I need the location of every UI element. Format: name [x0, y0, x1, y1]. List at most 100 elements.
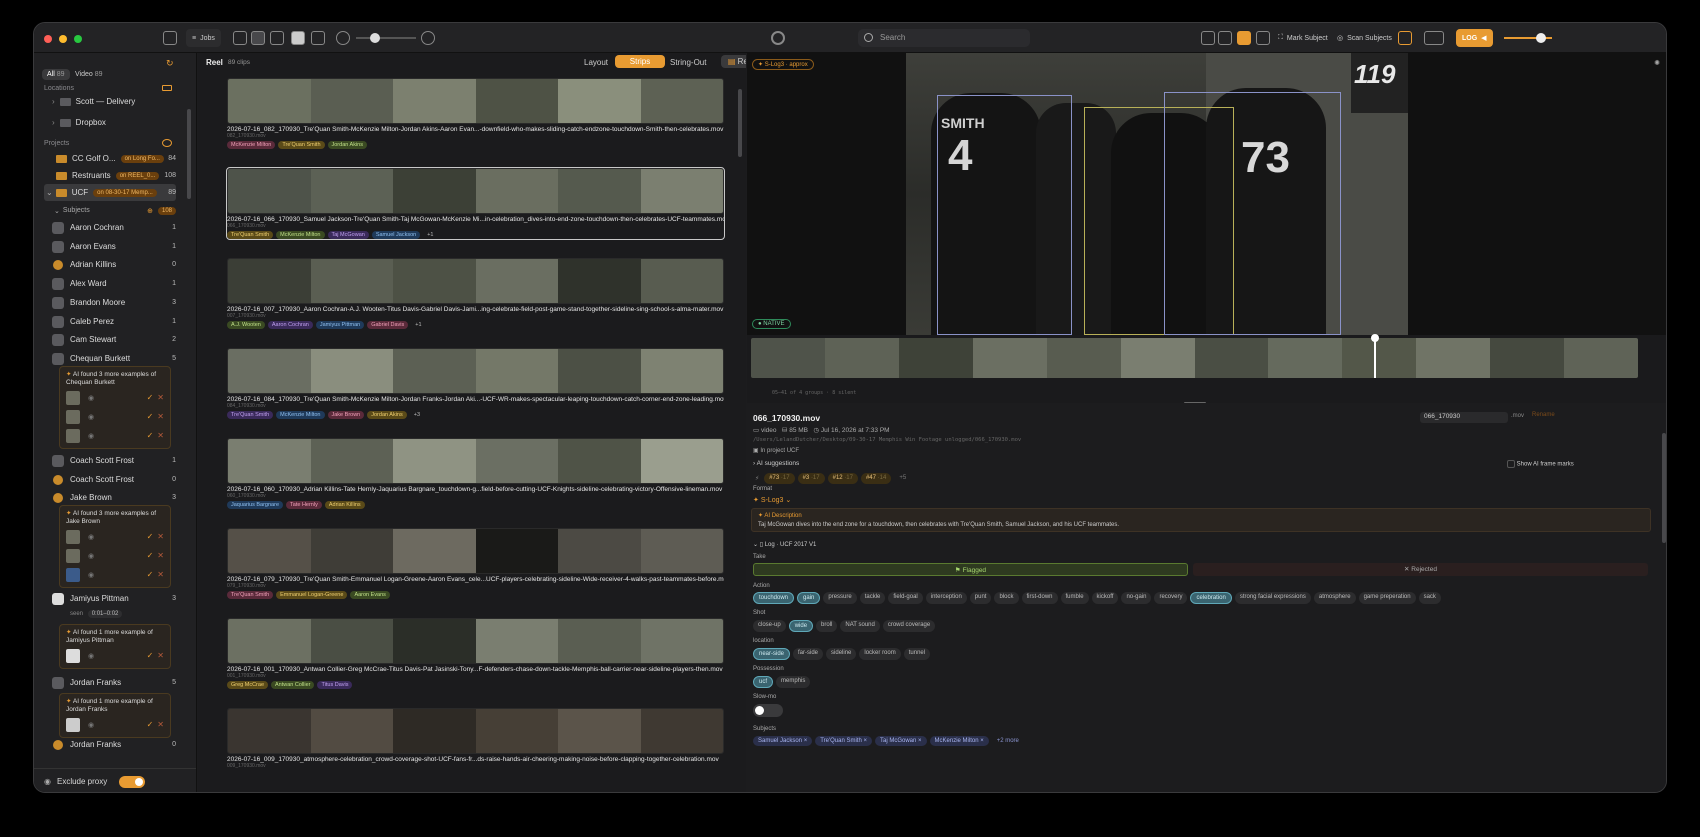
clip-item[interactable]: 2026-07-16_007_170930_Aaron Cochran-A.J.… [227, 258, 724, 329]
log-button[interactable]: LOG ◀ [1456, 29, 1493, 47]
subject-item[interactable]: Jordan Franks 5 [52, 674, 176, 691]
subject-chip[interactable]: Tre'Quan Smith [227, 411, 274, 419]
mode-reel-button[interactable]: ▤ Reel [721, 55, 746, 68]
tag-pill[interactable]: no-gain [1121, 592, 1152, 604]
tag-pill[interactable]: close-up [753, 620, 786, 632]
slowmo-toggle[interactable] [753, 704, 783, 717]
format-select[interactable]: ✦ S-Log3 ⌄ [753, 496, 791, 504]
tag-pill[interactable]: touchdown [753, 592, 795, 604]
reject-icon[interactable]: ✕ [157, 393, 164, 402]
volume-slider[interactable] [1504, 33, 1552, 43]
subject-chip[interactable]: Aaron Cochran [267, 321, 313, 329]
filter-all-tab[interactable]: All 89 [42, 69, 70, 80]
more-tags[interactable]: +1 [411, 321, 425, 329]
face-box[interactable] [937, 95, 1072, 335]
subjects-header[interactable]: ⌄ Subjects ⊕ 108 [54, 202, 176, 219]
rename-input[interactable]: 066_170930 [1420, 412, 1508, 423]
clip-filmstrip[interactable] [227, 258, 724, 304]
zoom-window-button[interactable] [74, 35, 82, 43]
eye-icon[interactable]: ◉ [88, 552, 94, 560]
rename-button[interactable]: Rename [1532, 412, 1555, 418]
clip-item[interactable]: 2026-07-16_001_170930_Antwan Collier-Gre… [227, 618, 724, 689]
project-item-restruants[interactable]: Restruants on REEL_0... 108 [56, 167, 176, 184]
tag-pill[interactable]: fumble [1060, 592, 1089, 604]
crosshair-icon[interactable] [771, 31, 785, 45]
more-tags[interactable]: +1 [423, 231, 437, 239]
subject-chip[interactable]: Gabriel Davis [367, 321, 409, 329]
subject-chip[interactable]: A.J. Wooten [227, 321, 265, 329]
subject-item[interactable]: Jamiyus Pittman 3 [52, 590, 176, 607]
eye-icon[interactable]: ◉ [88, 394, 94, 402]
tag-pill[interactable]: gain [797, 592, 821, 604]
subject-item[interactable]: Jordan Franks 0 [52, 736, 176, 753]
tag-pill[interactable]: punt [969, 592, 992, 604]
reject-icon[interactable]: ✕ [157, 570, 164, 579]
filter-icon[interactable] [336, 31, 350, 45]
subject-chip[interactable]: McKenzie Milton [276, 231, 325, 239]
jobs-button[interactable]: ≡ Jobs [186, 29, 221, 47]
example-thumbnail[interactable] [66, 390, 80, 405]
reject-icon[interactable]: ✕ [157, 412, 164, 421]
magic-icon[interactable] [1237, 31, 1251, 45]
zoom-slider-knob[interactable] [370, 33, 380, 43]
example-thumbnail[interactable] [66, 567, 80, 582]
subject-chip[interactable]: Aaron Evans [350, 591, 390, 599]
color-space-badge[interactable]: ✦ S-Log3 · approx [752, 59, 814, 70]
example-thumbnail[interactable] [66, 648, 80, 663]
clip-filmstrip[interactable] [227, 348, 724, 394]
subject-item[interactable]: Jake Brown 3 [52, 489, 176, 506]
subject-chip[interactable]: Jordan Akins [367, 411, 407, 419]
clip-filmstrip[interactable] [227, 528, 724, 574]
copy-icon[interactable] [291, 31, 305, 45]
video-preview[interactable]: ✦ S-Log3 · approx 119 SMITH 4 73 ✺ ● NAT… [747, 53, 1666, 335]
mark-subject-button[interactable]: ⛶ Mark Subject [1272, 29, 1334, 47]
example-thumbnail[interactable] [66, 409, 80, 424]
clip-item[interactable]: 2026-07-16_066_170930_Samuel Jackson-Tre… [226, 167, 725, 240]
tag-pill[interactable]: tunnel [903, 648, 931, 660]
reject-icon[interactable]: ✕ [157, 651, 164, 660]
accept-icon[interactable]: ✓ [147, 570, 154, 579]
project-item-ucf[interactable]: ⌄ UCF on 08-30-17 Memp... 89 [44, 184, 176, 201]
clip-filmstrip[interactable] [227, 618, 724, 664]
show-frame-marks-toggle[interactable]: Show AI frame marks [1507, 460, 1574, 468]
tag-pill[interactable]: block [994, 592, 1019, 604]
subject-chip[interactable]: Tre'Quan Smith [278, 141, 325, 149]
subject-pill[interactable]: McKenzie Milton × [929, 736, 989, 746]
subject-item[interactable]: Alex Ward 1 [52, 275, 176, 292]
subject-chip[interactable]: Taj McGowan [327, 231, 369, 239]
rejected-button[interactable]: ✕ Rejected [1193, 563, 1648, 576]
strip-view-icon[interactable] [251, 31, 265, 45]
timeline-scrubber[interactable]: 05–41 of 4 groups · 8 silent [747, 334, 1666, 404]
tag-pill[interactable]: celebration [1190, 592, 1232, 604]
eye-icon[interactable]: ◉ [88, 413, 94, 421]
accept-icon[interactable]: ✓ [147, 651, 154, 660]
reject-icon[interactable]: ✕ [157, 720, 164, 729]
subject-pill[interactable]: Samuel Jackson × [753, 736, 813, 746]
subject-chip[interactable]: McKenzie Milton [227, 141, 276, 149]
mode-strips-button[interactable]: Strips [615, 55, 665, 68]
grid-view-icon[interactable] [233, 31, 247, 45]
reject-icon[interactable]: ✕ [157, 431, 164, 440]
reject-icon[interactable]: ✕ [157, 551, 164, 560]
subject-pill[interactable]: Taj McGowan × [874, 736, 927, 746]
zoom-slider[interactable] [356, 33, 416, 43]
subject-item[interactable]: Coach Scott Frost 0 [52, 471, 176, 488]
tag-pill[interactable]: recovery [1154, 592, 1188, 604]
add-subject-icon[interactable]: ⊕ [147, 207, 153, 215]
example-thumbnail[interactable] [66, 529, 80, 544]
tag-pill[interactable]: first-down [1021, 592, 1058, 604]
subject-item[interactable]: Adrian Killins 0 [52, 256, 176, 273]
tag-pill[interactable]: field-goal [888, 592, 923, 604]
tag-pill[interactable]: locker room [859, 648, 901, 660]
jersey-chip[interactable]: #73 ·17 [764, 473, 795, 484]
refresh-icon[interactable]: ↻ [166, 58, 174, 69]
clip-item[interactable]: 2026-07-16_084_170930_Tre'Quan Smith-McK… [227, 348, 724, 419]
tag-pill[interactable]: sack [1418, 592, 1441, 604]
subject-chip[interactable]: Antwan Collier [271, 681, 315, 689]
location-item-scott[interactable]: › Scott — Delivery [52, 93, 196, 110]
checkbox[interactable] [1507, 460, 1515, 468]
subject-chip[interactable]: Tre'Quan Smith [227, 231, 274, 239]
accept-icon[interactable]: ✓ [147, 431, 154, 440]
search-input[interactable]: Search [858, 29, 1030, 47]
tag-pill[interactable]: tackle [859, 592, 886, 604]
